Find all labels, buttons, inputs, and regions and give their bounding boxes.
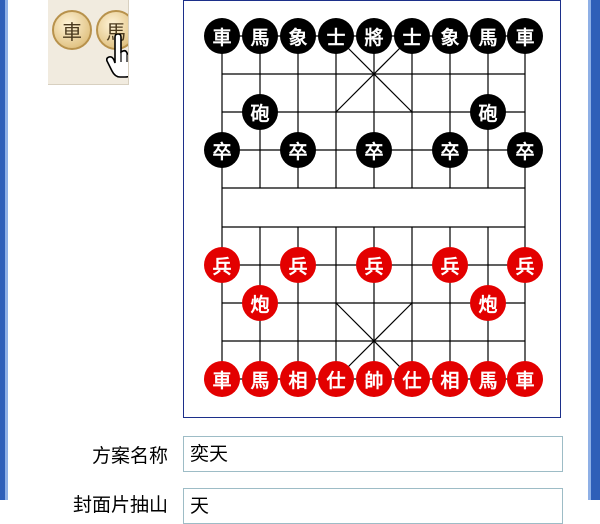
black-cannon: 砲 [242, 94, 278, 130]
black-general: 將 [356, 18, 392, 54]
black-elephant: 象 [280, 18, 316, 54]
black-soldier: 卒 [432, 132, 468, 168]
red-soldier: 兵 [507, 247, 543, 283]
black-chariot: 車 [507, 18, 543, 54]
black-elephant: 象 [432, 18, 468, 54]
piece-style-dialog: 車 馬 車 馬 象 士 將 士 象 馬 車 砲 砲 卒 卒 卒 卒 卒 兵 兵 … [8, 0, 588, 524]
red-soldier: 兵 [204, 247, 240, 283]
cover-image-input[interactable]: 天 [183, 488, 563, 524]
black-soldier: 卒 [204, 132, 240, 168]
black-horse: 馬 [470, 18, 506, 54]
red-soldier: 兵 [280, 247, 316, 283]
red-minister: 相 [432, 361, 468, 397]
cover-image-label: 封面片抽山 [72, 494, 168, 516]
black-soldier: 卒 [280, 132, 316, 168]
preview-piece-label: 車 [62, 19, 82, 44]
window-right-border [588, 0, 600, 500]
red-advisor: 仕 [394, 361, 430, 397]
scheme-name-input[interactable]: 奕天 [183, 436, 563, 472]
red-horse: 馬 [242, 361, 278, 397]
black-advisor: 士 [394, 18, 430, 54]
red-chariot: 車 [507, 361, 543, 397]
red-general: 帥 [356, 361, 392, 397]
black-soldier: 卒 [507, 132, 543, 168]
scheme-name-label: 方案名称 [91, 445, 168, 467]
red-cannon: 炮 [242, 285, 278, 321]
chess-board-preview: 車 馬 象 士 將 士 象 馬 車 砲 砲 卒 卒 卒 卒 卒 兵 兵 兵 兵 … [183, 0, 561, 418]
black-cannon: 砲 [470, 94, 506, 130]
red-advisor: 仕 [318, 361, 354, 397]
hand-cursor-icon [106, 34, 128, 78]
black-advisor: 士 [318, 18, 354, 54]
black-soldier: 卒 [356, 132, 392, 168]
black-horse: 馬 [242, 18, 278, 54]
red-soldier: 兵 [356, 247, 392, 283]
preview-piece-chariot: 車 [52, 10, 92, 50]
red-soldier: 兵 [432, 247, 468, 283]
red-horse: 馬 [470, 361, 506, 397]
red-cannon: 炮 [470, 285, 506, 321]
red-chariot: 車 [204, 361, 240, 397]
red-minister: 相 [280, 361, 316, 397]
piece-style-preview[interactable]: 車 馬 [48, 0, 129, 85]
board-lines [221, 35, 526, 380]
black-chariot: 車 [204, 18, 240, 54]
window-left-border [0, 0, 8, 500]
board-grid [221, 35, 526, 380]
